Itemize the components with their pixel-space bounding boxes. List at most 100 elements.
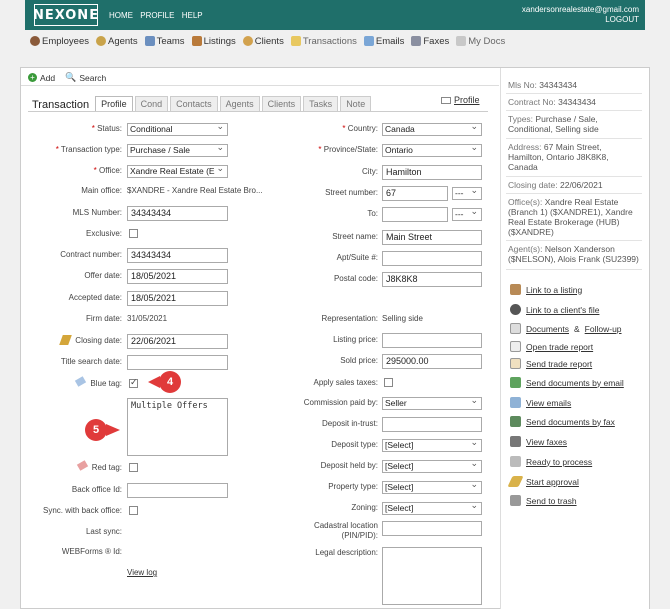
street-name-input[interactable]: Main Street <box>382 230 482 245</box>
user-email: xandersonrealestate@gmail.com <box>521 5 639 14</box>
nav-listings[interactable]: Listings <box>191 36 236 47</box>
deposit-in-trust-label: Deposit in-trust: <box>321 419 378 428</box>
profile-print-link[interactable]: Profile <box>441 95 480 105</box>
nav-employees[interactable]: Employees <box>30 36 89 47</box>
nexone-logo[interactable]: NEXONE <box>33 4 98 26</box>
nav-transactions[interactable]: Transactions <box>290 36 357 47</box>
title-search-date-input[interactable] <box>127 355 228 370</box>
zoning-select[interactable]: [Select] <box>382 502 482 515</box>
street-number-input[interactable]: 67 <box>382 186 448 201</box>
apt-label: Apt/Suite #: <box>336 253 378 262</box>
deposit-held-by-label: Deposit held by: <box>320 461 378 470</box>
title-search-date-label: Title search date: <box>60 357 122 366</box>
nav-agents[interactable]: Agents <box>96 36 138 47</box>
country-select[interactable]: Canada <box>382 123 482 136</box>
nav-help[interactable]: HELP <box>182 11 203 20</box>
trash-icon <box>510 495 521 506</box>
start-approval-action[interactable]: Start approval <box>507 476 579 487</box>
sidebar-offices: Office(s): Xandre Real Estate (Branch 1) … <box>508 197 633 237</box>
sold-price-input[interactable]: 295000.00 <box>382 354 482 369</box>
add-icon: + <box>28 73 37 82</box>
accepted-date-input[interactable]: 18/05/2021 <box>127 291 228 306</box>
red-tag-checkbox[interactable] <box>129 463 138 472</box>
tab-agents[interactable]: Agents <box>219 96 260 111</box>
legal-description-label: Legal description: <box>315 548 378 557</box>
nav-teams[interactable]: Teams <box>144 36 185 47</box>
apt-input[interactable] <box>382 251 482 266</box>
callout-5: 5 <box>85 419 107 441</box>
nav-clients[interactable]: Clients <box>242 36 284 47</box>
send-documents-by-fax-action[interactable]: Send documents by fax <box>510 416 615 427</box>
send-trade-report-action[interactable]: Send trade report <box>510 358 592 369</box>
city-input[interactable]: Hamilton <box>382 165 482 180</box>
tab-profile[interactable]: Profile <box>95 96 133 111</box>
nav-profile[interactable]: PROFILE <box>140 11 174 20</box>
property-type-label: Property type: <box>328 482 378 491</box>
nav-emails[interactable]: Emails <box>363 36 404 47</box>
logout-link[interactable]: LOGOUT <box>522 15 639 25</box>
to-suffix-select[interactable]: --- <box>452 208 482 221</box>
tabs-title: Transaction <box>32 99 90 111</box>
closing-date-input[interactable]: 22/06/2021 <box>127 334 228 349</box>
tab-clients[interactable]: Clients <box>261 96 302 111</box>
contract-number-input[interactable]: 34343434 <box>127 248 228 263</box>
tab-note[interactable]: Note <box>340 96 372 111</box>
email-icon <box>510 377 521 388</box>
toolbar: + Add 🔍 Search <box>28 72 106 83</box>
link-to-listing-action[interactable]: Link to a listing <box>510 284 582 295</box>
send-to-trash-action[interactable]: Send to trash <box>510 495 577 506</box>
deposit-in-trust-input[interactable] <box>382 417 482 432</box>
main-office-label: Main office: <box>81 186 122 195</box>
listings-icon <box>191 36 202 46</box>
back-office-id-input[interactable] <box>127 483 228 498</box>
nav-home[interactable]: HOME <box>109 11 133 20</box>
deposit-type-select[interactable]: [Select] <box>382 439 482 452</box>
send-documents-by-email-action[interactable]: Send documents by email <box>510 377 624 388</box>
cadastral-input[interactable] <box>382 521 482 536</box>
notes-textarea[interactable]: Multiple Offers <box>127 398 228 456</box>
view-log-link[interactable]: View log <box>127 568 157 577</box>
street-name-label: Street name: <box>332 232 378 241</box>
view-emails-action[interactable]: View emails <box>510 397 571 408</box>
mls-number-input[interactable]: 34343434 <box>127 206 228 221</box>
print-icon <box>441 96 451 104</box>
blue-tag-checkbox[interactable] <box>129 377 138 388</box>
add-button[interactable]: + Add <box>28 73 55 83</box>
documents-follow-up-action[interactable]: Documents & Follow-up <box>510 323 622 334</box>
sync-checkbox[interactable] <box>129 506 138 515</box>
inbox-icon <box>510 397 521 408</box>
province-select[interactable]: Ontario <box>382 144 482 157</box>
exclusive-checkbox[interactable] <box>129 229 138 238</box>
transaction-type-select[interactable]: Purchase / Sale <box>127 144 228 157</box>
process-icon <box>510 456 521 467</box>
office-select[interactable]: Xandre Real Estate (E <box>127 165 228 178</box>
closing-date-label: Closing date: <box>75 336 122 345</box>
street-number-suffix-select[interactable]: --- <box>452 187 482 200</box>
blue-tag-label: Blue tag: <box>90 379 122 388</box>
link-to-client-file-action[interactable]: Link to a client's file <box>510 304 599 315</box>
ready-to-process-action[interactable]: Ready to process <box>510 456 592 467</box>
tab-tasks[interactable]: Tasks <box>303 96 339 111</box>
nav-my-docs[interactable]: My Docs <box>456 36 505 47</box>
sidebar-closing: Closing date: 22/06/2021 <box>508 180 603 190</box>
tab-contacts[interactable]: Contacts <box>170 96 218 111</box>
listing-price-input[interactable] <box>382 333 482 348</box>
legal-description-textarea[interactable] <box>382 547 482 605</box>
view-faxes-action[interactable]: View faxes <box>510 436 567 447</box>
nav-faxes[interactable]: Faxes <box>411 36 449 47</box>
open-trade-report-action[interactable]: Open trade report <box>510 341 593 352</box>
postal-code-input[interactable]: J8K8K8 <box>382 272 482 287</box>
offer-date-input[interactable]: 18/05/2021 <box>127 269 228 284</box>
apply-taxes-checkbox[interactable] <box>384 378 393 387</box>
status-select[interactable]: Conditional <box>127 123 228 136</box>
property-type-select[interactable]: [Select] <box>382 481 482 494</box>
office-label: * Office: <box>93 166 122 175</box>
representation-value: Selling side <box>382 314 423 323</box>
deposit-held-by-select[interactable]: [Select] <box>382 460 482 473</box>
tab-cond[interactable]: Cond <box>134 96 169 111</box>
zoning-label: Zoning: <box>351 503 378 512</box>
webforms-label: WEBForms ® Id: <box>61 547 122 556</box>
search-button[interactable]: 🔍 Search <box>65 72 106 83</box>
to-input[interactable] <box>382 207 448 222</box>
commission-paid-by-select[interactable]: Seller <box>382 397 482 410</box>
